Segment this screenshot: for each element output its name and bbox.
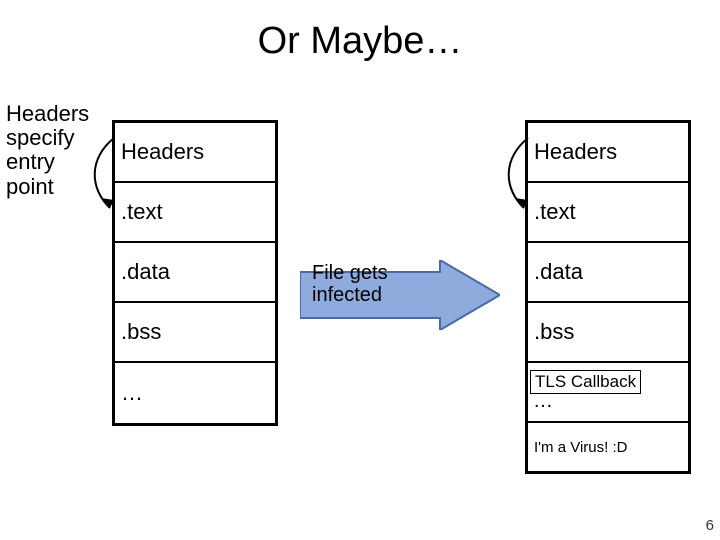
before-stack: Headers .text .data .bss … — [112, 120, 278, 426]
side-note-l2: specify — [6, 125, 74, 150]
before-text: .text — [115, 183, 275, 243]
infection-arrow-label: File gets infected — [312, 262, 432, 306]
infection-label-l1: File gets — [312, 262, 388, 284]
after-virus: I'm a Virus! :D — [528, 423, 688, 471]
side-note: Headers specify entry point — [6, 102, 106, 199]
page-number: 6 — [706, 517, 714, 534]
before-headers: Headers — [115, 123, 275, 183]
after-text: .text — [528, 183, 688, 243]
after-data: .data — [528, 243, 688, 303]
after-bss: .bss — [528, 303, 688, 363]
infection-label-l2: infected — [312, 284, 382, 306]
after-headers: Headers — [528, 123, 688, 183]
after-stack: Headers .text .data .bss I'm a Virus! :D — [525, 120, 691, 474]
side-note-l4: point — [6, 174, 54, 199]
tls-callback-label: TLS Callback — [530, 370, 641, 394]
slide-title: Or Maybe… — [0, 20, 720, 63]
before-bss: .bss — [115, 303, 275, 363]
side-note-l1: Headers — [6, 101, 89, 126]
before-ellipsis: … — [115, 363, 275, 423]
side-note-l3: entry — [6, 149, 55, 174]
before-data: .data — [115, 243, 275, 303]
